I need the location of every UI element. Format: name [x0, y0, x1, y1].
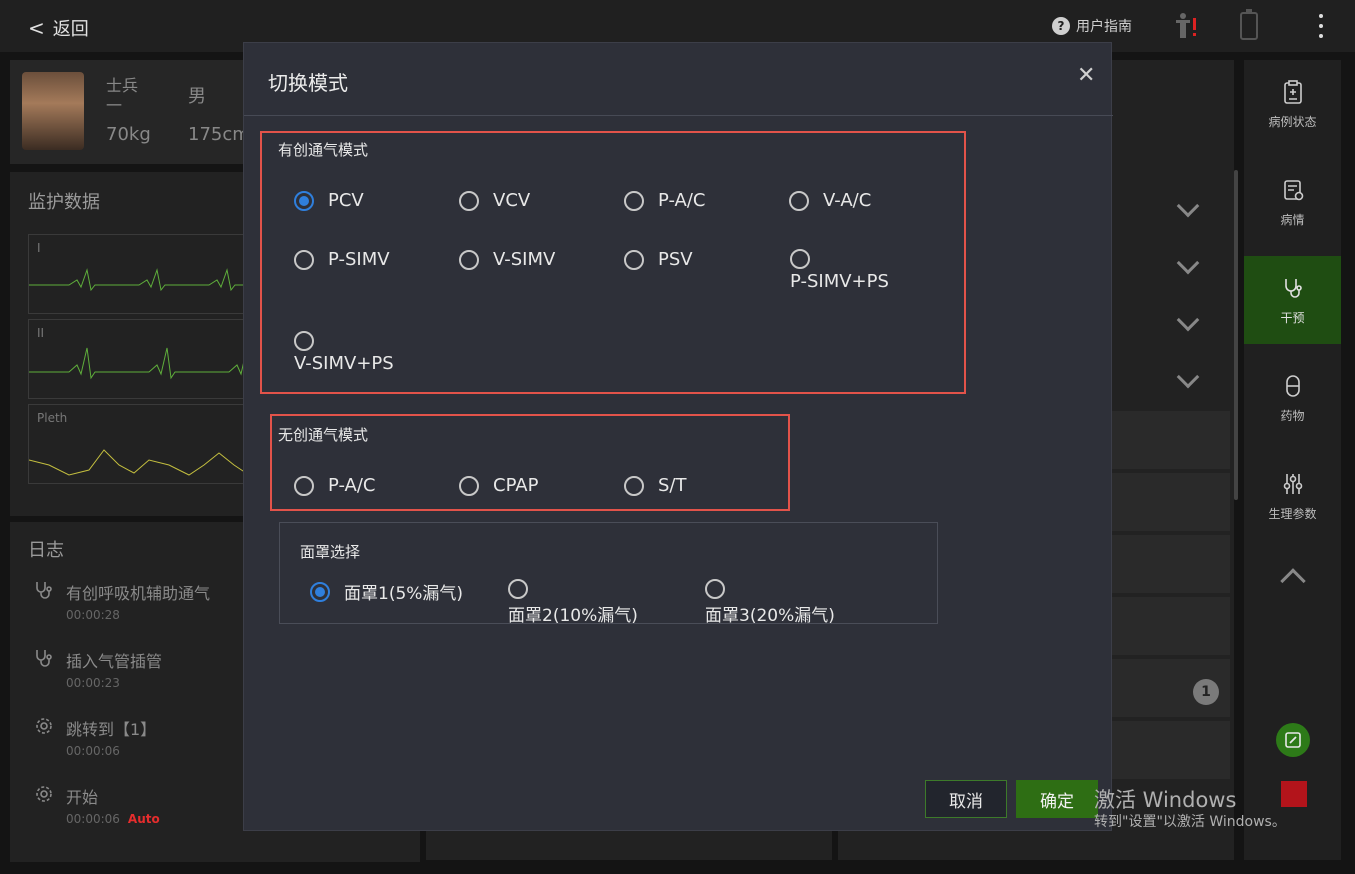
report-icon — [1283, 179, 1303, 200]
stethoscope-icon — [36, 582, 52, 599]
sliders-icon — [1283, 473, 1302, 494]
stop-button[interactable] — [1281, 781, 1307, 807]
nav-condition[interactable]: 病情 — [1244, 158, 1341, 246]
patient-height: 175cm — [188, 124, 250, 145]
radio-button[interactable] — [705, 579, 725, 599]
radio-mask-3[interactable]: 面罩3(20%漏气) — [705, 579, 835, 626]
count-badge: 1 — [1193, 679, 1219, 705]
note-button[interactable] — [1276, 723, 1310, 757]
battery-icon — [1240, 9, 1258, 40]
list-item[interactable] — [1110, 473, 1230, 531]
list-item[interactable] — [1110, 721, 1230, 779]
radio-button[interactable] — [294, 475, 314, 496]
radio-button[interactable] — [789, 190, 809, 211]
radio-cpap[interactable]: CPAP — [459, 475, 538, 496]
patient-weight: 70kg — [106, 124, 151, 145]
radio-button[interactable] — [508, 579, 528, 599]
edit-note-icon — [1285, 732, 1301, 748]
clipboard-icon — [1283, 79, 1302, 104]
nav-case-status[interactable]: 病例状态 — [1244, 60, 1341, 148]
monitor-title: 监护数据 — [28, 192, 100, 213]
stethoscope-icon — [1284, 278, 1302, 298]
radio-button[interactable] — [310, 581, 330, 602]
switch-mode-dialog: 切换模式 ✕ 有创通气模式 PCV VCV P-A/C V-A/C P-SIMV… — [243, 42, 1113, 831]
radio-button[interactable] — [294, 190, 314, 211]
activation-watermark-title: 激活 Windows — [1094, 788, 1237, 812]
list-item[interactable] — [1110, 411, 1230, 469]
noninvasive-mode-title: 无创通气模式 — [278, 426, 369, 444]
pill-icon — [1285, 374, 1300, 397]
chevron-left-icon: < — [28, 16, 45, 40]
scrollbar[interactable] — [1234, 170, 1238, 500]
radio-button[interactable] — [459, 190, 479, 211]
mask-selection-title: 面罩选择 — [300, 543, 361, 561]
radio-button[interactable] — [624, 190, 644, 211]
radio-button[interactable] — [459, 249, 479, 270]
radio-button[interactable] — [459, 475, 479, 496]
divider — [244, 115, 1113, 116]
log-item: 开始 00:00:06 Auto — [34, 784, 160, 826]
stethoscope-icon — [36, 650, 52, 667]
avatar — [22, 72, 84, 150]
nav-physiology[interactable]: 生理参数 — [1244, 452, 1341, 540]
mask-selection-group: 面罩选择 面罩1(5%漏气) 面罩2(10%漏气) 面罩3(20%漏气) — [279, 522, 938, 626]
log-item: 有创呼吸机辅助通气 00:00:28 — [34, 580, 210, 622]
auto-badge: Auto — [127, 812, 160, 826]
radio-st[interactable]: S/T — [624, 475, 687, 496]
activation-watermark-subtitle: 转到"设置"以激活 Windows。 — [1094, 814, 1286, 830]
confirm-button[interactable]: 确定 — [1016, 780, 1098, 818]
list-item[interactable] — [1110, 597, 1230, 655]
dialog-title: 切换模式 — [268, 71, 348, 95]
nav-medication[interactable]: 药物 — [1244, 354, 1341, 442]
radio-mask-2[interactable]: 面罩2(10%漏气) — [508, 579, 638, 626]
radio-v-ac[interactable]: V-A/C — [789, 190, 871, 211]
cancel-button[interactable]: 取消 — [925, 780, 1007, 818]
gear-icon — [36, 718, 52, 734]
log-item: 跳转到【1】 00:00:06 — [34, 716, 156, 758]
patient-name: 士兵 一 — [106, 76, 139, 115]
radio-button[interactable] — [790, 249, 810, 269]
radio-button[interactable] — [624, 249, 644, 270]
list-item[interactable] — [1110, 535, 1230, 593]
radio-button[interactable] — [294, 331, 314, 351]
radio-v-simv-ps[interactable]: V-SIMV+PS — [294, 331, 394, 374]
user-guide-button[interactable]: ? 用户指南 — [1052, 16, 1132, 36]
help-icon: ? — [1052, 17, 1070, 35]
patient-gender: 男 — [188, 86, 206, 107]
nav-intervention[interactable]: 干预 — [1244, 256, 1341, 344]
close-icon[interactable]: ✕ — [1077, 63, 1095, 88]
person-alert-icon[interactable] — [1172, 12, 1200, 40]
center-panel — [426, 830, 832, 860]
back-label: 返回 — [52, 19, 89, 40]
radio-p-simv[interactable]: P-SIMV — [294, 249, 390, 270]
radio-button[interactable] — [624, 475, 644, 496]
radio-p-simv-ps[interactable]: P-SIMV+PS — [790, 249, 889, 292]
back-button[interactable]: < 返回 — [28, 15, 89, 41]
radio-vcv[interactable]: VCV — [459, 190, 530, 211]
user-guide-label: 用户指南 — [1076, 19, 1132, 35]
radio-psv[interactable]: PSV — [624, 249, 693, 270]
radio-p-ac[interactable]: P-A/C — [624, 190, 706, 211]
radio-pcv[interactable]: PCV — [294, 190, 364, 211]
radio-v-simv[interactable]: V-SIMV — [459, 249, 555, 270]
radio-button[interactable] — [294, 249, 314, 270]
more-menu-icon[interactable] — [1312, 12, 1330, 40]
radio-niv-p-ac[interactable]: P-A/C — [294, 475, 376, 496]
invasive-mode-title: 有创通气模式 — [278, 141, 369, 159]
radio-mask-1[interactable]: 面罩1(5%漏气) — [310, 579, 463, 604]
gear-icon — [36, 786, 52, 802]
log-item: 插入气管插管 00:00:23 — [34, 648, 162, 690]
log-title: 日志 — [28, 540, 64, 561]
